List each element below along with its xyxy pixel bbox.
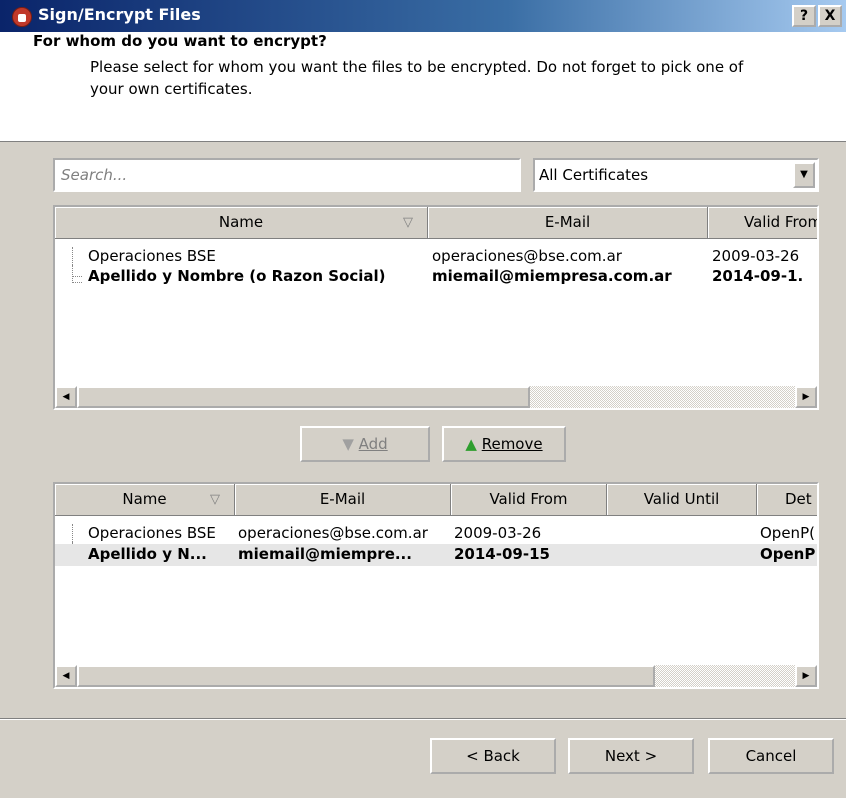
close-button[interactable]: X [818,5,842,27]
column-header-email[interactable]: E-Mail [428,207,708,239]
table-row[interactable]: Operaciones BSE operaciones@bse.com.ar 2… [55,247,817,267]
arrow-down-icon: ▼ [342,435,354,453]
page-description-line2: your own certificates. [90,80,253,98]
scroll-right-icon[interactable]: ▶ [795,665,817,687]
column-header-valid-until[interactable]: Valid Until [607,484,757,516]
column-header-details[interactable]: Det [757,484,817,516]
arrow-up-icon: ▲ [465,435,477,453]
scrollbar-thumb[interactable] [77,386,530,408]
available-certificates-list[interactable]: Name ▽ E-Mail Valid From Operaciones BSE… [53,205,819,410]
scrollbar-thumb[interactable] [77,665,655,687]
table-row[interactable]: Operaciones BSE operaciones@bse.com.ar 2… [55,524,817,544]
table-row[interactable]: Apellido y Nombre (o Razon Social) miema… [55,267,817,287]
horizontal-scrollbar[interactable]: ◀ ▶ [55,386,817,408]
column-header-name[interactable]: Name ▽ [55,484,235,516]
column-header-email[interactable]: E-Mail [235,484,451,516]
footer-divider [0,718,846,720]
certificate-filter-select[interactable]: All Certificates ▼ [533,158,819,192]
table-row[interactable]: Apellido y N... miemail@miempre... 2014-… [55,544,817,566]
scroll-right-icon[interactable]: ▶ [795,386,817,408]
column-header-valid-from[interactable]: Valid From [708,207,817,239]
horizontal-scrollbar[interactable]: ◀ ▶ [55,665,817,687]
sort-indicator-icon: ▽ [403,215,413,230]
help-button[interactable]: ? [792,5,816,27]
selected-certificates-list[interactable]: Name ▽ E-Mail Valid From Valid Until Det… [53,482,819,689]
app-icon [12,7,32,27]
scroll-left-icon[interactable]: ◀ [55,665,77,687]
next-button[interactable]: Next > [568,738,694,774]
cancel-button[interactable]: Cancel [708,738,834,774]
page-title: For whom do you want to encrypt? [33,32,327,50]
search-input[interactable]: Search... [53,158,521,192]
remove-button[interactable]: ▲ Remove [442,426,566,462]
sort-indicator-icon: ▽ [210,492,220,507]
window-title: Sign/Encrypt Files [38,5,201,24]
add-button[interactable]: ▼ Add [300,426,430,462]
scroll-left-icon[interactable]: ◀ [55,386,77,408]
column-header-name[interactable]: Name ▽ [55,207,428,239]
back-button[interactable]: < Back [430,738,556,774]
filter-selected-value: All Certificates [539,166,649,184]
column-header-valid-from[interactable]: Valid From [451,484,607,516]
dropdown-arrow-icon[interactable]: ▼ [793,162,815,188]
page-description: Please select for whom you want the file… [90,58,744,76]
